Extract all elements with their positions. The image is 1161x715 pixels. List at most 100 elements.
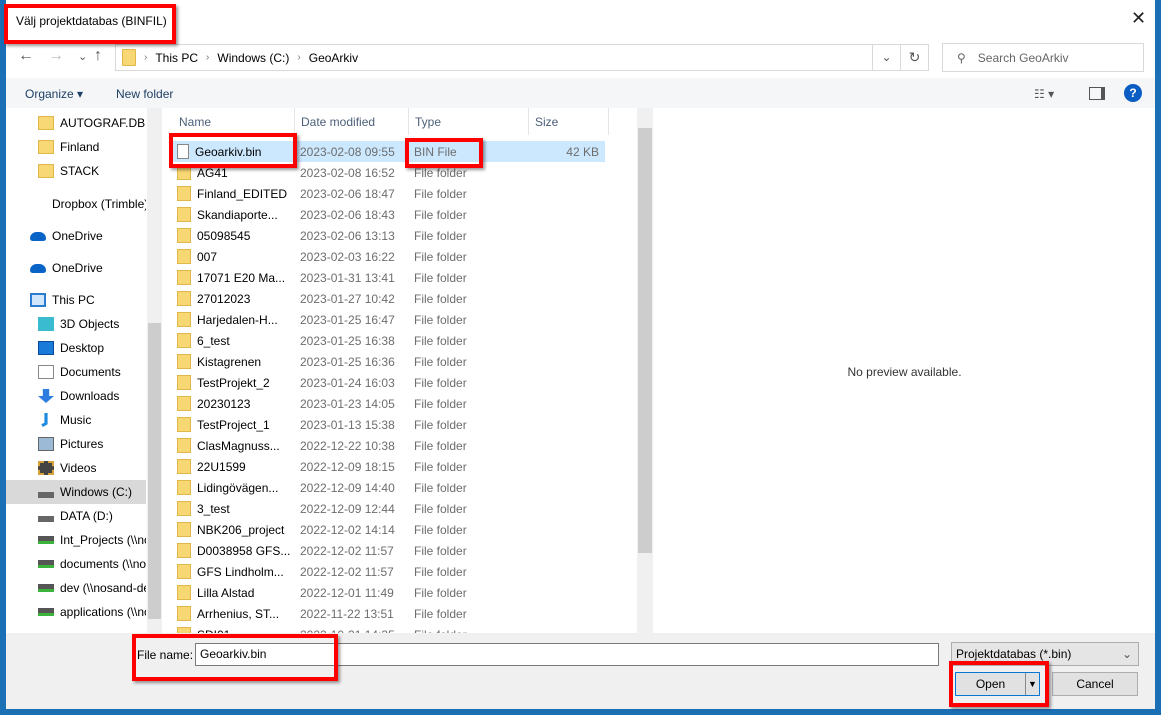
organize-button[interactable]: Organize ▾: [25, 87, 83, 101]
file-row[interactable]: 3_test 2022-12-09 12:44 File folder: [173, 498, 605, 519]
sidebar-item[interactable]: Documents: [6, 360, 146, 384]
open-file-dialog: Välj projektdatabas (BINFIL) ✕ ← → ⌄ ↑ ›…: [6, 0, 1155, 709]
breadcrumb-geoarkiv[interactable]: GeoArkiv: [309, 51, 358, 65]
file-row[interactable]: 22U1599 2022-12-09 18:15 File folder: [173, 456, 605, 477]
file-type-filter[interactable]: Projektdatabas (*.bin) ⌄: [951, 642, 1139, 666]
preview-pane-toggle[interactable]: [1089, 87, 1105, 100]
column-header-date[interactable]: Date modified: [295, 108, 409, 135]
file-list-scrollbar[interactable]: [637, 108, 653, 633]
up-button[interactable]: ↑: [94, 47, 102, 65]
search-input[interactable]: ⚲ Search GeoArkiv: [942, 43, 1144, 72]
file-name-input[interactable]: Geoarkiv.bin: [195, 643, 939, 666]
file-row[interactable]: NBK206_project 2022-12-02 14:14 File folde…: [173, 519, 605, 540]
file-row[interactable]: 20230123 2023-01-23 14:05 File folder: [173, 393, 605, 414]
file-row[interactable]: Finland_EDITED 2023-02-06 18:47 File folde…: [173, 183, 605, 204]
column-header-size[interactable]: Size: [529, 108, 609, 135]
file-row[interactable]: 05098545 2023-02-06 13:13 File folder: [173, 225, 605, 246]
sidebar-item[interactable]: 3D Objects: [6, 312, 146, 336]
file-row[interactable]: TestProject_1 2023-01-13 15:38 File folder: [173, 414, 605, 435]
file-row[interactable]: 27012023 2023-01-27 10:42 File folder: [173, 288, 605, 309]
search-icon: ⚲: [957, 50, 966, 65]
open-button[interactable]: Open ▼: [955, 672, 1040, 696]
sidebar-item[interactable]: AUTOGRAF.DBF: [6, 111, 146, 135]
file-row[interactable]: Geoarkiv.bin 2023-02-08 09:55 BIN File 42 K…: [173, 141, 605, 162]
file-name: ClasMagnuss...: [197, 438, 280, 453]
file-name: Arrhenius, ST...: [197, 606, 280, 621]
sidebar-item[interactable]: DATA (D:): [6, 504, 146, 528]
scroll-thumb[interactable]: [148, 323, 161, 619]
address-bar[interactable]: › This PC › Windows (C:) › GeoArkiv: [115, 44, 901, 71]
breadcrumb-this-pc[interactable]: This PC: [155, 51, 198, 65]
file-name-cell: TestProjekt_2: [173, 375, 294, 390]
sidebar-item[interactable]: Desktop: [6, 336, 146, 360]
file-row[interactable]: 007 2023-02-03 16:22 File folder: [173, 246, 605, 267]
sidebar-item[interactable]: Windows (C:): [6, 480, 146, 504]
file-date: 2023-02-08 16:52: [300, 165, 395, 180]
open-dropdown-arrow[interactable]: ▼: [1025, 673, 1039, 695]
file-name: Finland_EDITED: [197, 186, 288, 201]
sidebar-item[interactable]: Music: [6, 408, 146, 432]
file-type: File folder: [414, 249, 467, 264]
back-button[interactable]: ←: [18, 47, 34, 65]
file-row[interactable]: SDI012022-10-31 14:35File folder: [173, 624, 605, 633]
file-row[interactable]: GFS Lindholm... 2022-12-02 11:57 File fold…: [173, 561, 605, 582]
file-row[interactable]: Arrhenius, ST... 2022-11-22 13:51 File fol…: [173, 603, 605, 624]
view-options-button[interactable]: ☷ ▾: [1034, 87, 1054, 101]
sidebar-item[interactable]: STACK: [6, 159, 146, 183]
help-button[interactable]: ?: [1124, 84, 1142, 102]
forward-button[interactable]: →: [48, 47, 64, 65]
file-name-cell: 20230123: [173, 396, 294, 411]
file-date: 2023-01-23 14:05: [300, 396, 395, 411]
sidebar-item[interactable]: dev (\\nosand-dev: [6, 576, 146, 600]
sidebar-item[interactable]: OneDrive: [6, 256, 146, 280]
close-button[interactable]: ✕: [1131, 8, 1146, 29]
sidebar-item[interactable]: OneDrive: [6, 224, 146, 248]
file-row[interactable]: 6_test 2023-01-25 16:38 File folder: [173, 330, 605, 351]
file-size: 42 KB: [566, 144, 599, 159]
file-name-cell: 27012023: [173, 291, 294, 306]
file-row[interactable]: Kistagrenen 2023-01-25 16:36 File folder: [173, 351, 605, 372]
file-row[interactable]: Harjedalen-H... 2023-01-25 16:47 File fold…: [173, 309, 605, 330]
sidebar-item[interactable]: Downloads: [6, 384, 146, 408]
file-row[interactable]: 17071 E20 Ma... 2023-01-31 13:41 File fold…: [173, 267, 605, 288]
file-row[interactable]: ClasMagnuss... 2022-12-22 10:38 File folde…: [173, 435, 605, 456]
music-icon: [41, 413, 48, 427]
folder-icon: [38, 140, 54, 154]
folder-icon: [177, 501, 191, 516]
file-row[interactable]: Skandiaporte... 2023-02-06 18:43 File fold…: [173, 204, 605, 225]
sidebar-item[interactable]: Videos: [6, 456, 146, 480]
file-row[interactable]: D0038958 GFS... 2022-12-02 11:57 File fold…: [173, 540, 605, 561]
file-row[interactable]: Lilla Alstad 2022-12-01 11:49 File folder: [173, 582, 605, 603]
navigation-scrollbar[interactable]: [147, 108, 162, 633]
recent-locations-button[interactable]: ⌄: [78, 50, 87, 63]
file-name: 6_test: [197, 333, 230, 348]
sidebar-item[interactable]: This PC: [6, 288, 146, 312]
new-folder-button[interactable]: New folder: [116, 87, 173, 101]
sidebar-item[interactable]: Finland: [6, 135, 146, 159]
sidebar-item[interactable]: Int_Projects (\\nosand: [6, 528, 146, 552]
file-name: Lilla Alstad: [197, 585, 255, 600]
file-type: File folder: [414, 501, 467, 516]
file-row[interactable]: TestProjekt_2 2023-01-24 16:03 File folder: [173, 372, 605, 393]
sidebar-item[interactable]: Dropbox (Trimble): [6, 192, 146, 216]
file-name: AG41: [197, 165, 228, 180]
file-row[interactable]: Lidingövägen... 2022-12-09 14:40 File fold…: [173, 477, 605, 498]
scroll-thumb[interactable]: [638, 128, 652, 553]
refresh-button[interactable]: ↻: [900, 44, 929, 71]
file-name-cell: 007: [173, 249, 294, 264]
file-name: Lidingövägen...: [197, 480, 279, 495]
column-header-type[interactable]: Type: [409, 108, 529, 135]
file-name: Geoarkiv.bin: [195, 144, 262, 159]
cancel-button[interactable]: Cancel: [1052, 672, 1138, 696]
address-dropdown-button[interactable]: ⌄: [872, 44, 901, 71]
folder-icon: [177, 291, 191, 306]
sidebar-item[interactable]: applications (\\nosand: [6, 600, 146, 624]
sidebar-item[interactable]: documents (\\nosand: [6, 552, 146, 576]
breadcrumb-windows-c[interactable]: Windows (C:): [217, 51, 289, 65]
file-name-cell: GFS Lindholm...: [173, 564, 294, 579]
file-row[interactable]: AG41 2023-02-08 16:52 File folder: [173, 162, 605, 183]
column-header-name[interactable]: Name: [173, 108, 295, 135]
sidebar-item[interactable]: Pictures: [6, 432, 146, 456]
file-type: File folder: [414, 354, 467, 369]
sidebar-item-label: STACK: [60, 164, 100, 178]
